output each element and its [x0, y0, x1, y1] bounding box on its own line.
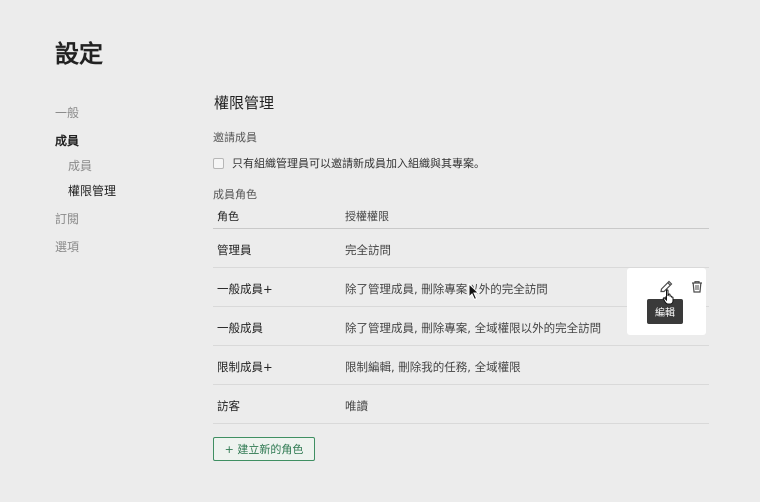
role-permission: 限制編輯, 刪除我的任務, 全域權限: [345, 360, 521, 374]
table-row[interactable]: 訪客 唯讀: [213, 385, 709, 424]
sidebar-subitem-permissions[interactable]: 權限管理: [68, 182, 116, 199]
sidebar-item-options[interactable]: 選項: [55, 238, 79, 255]
role-name: 訪客: [217, 399, 240, 413]
add-role-button[interactable]: + 建立新的角色: [213, 437, 315, 461]
table-row[interactable]: 限制成員+ 限制編輯, 刪除我的任務, 全域權限: [213, 346, 709, 385]
section-title: 權限管理: [214, 94, 275, 112]
invite-permission-checkbox[interactable]: [213, 157, 224, 169]
sidebar-subitem-members[interactable]: 成員: [68, 157, 92, 174]
invite-members-label: 邀請成員: [213, 131, 257, 144]
role-name: 限制成員+: [217, 360, 273, 374]
sidebar-item-subscription[interactable]: 訂閱: [55, 210, 79, 227]
hand-pointer-icon: [662, 289, 674, 305]
invite-permission-label: 只有組織管理員可以邀請新成員加入組織與其專案。: [232, 157, 485, 170]
table-row[interactable]: 管理員 完全訪問: [213, 229, 709, 268]
sidebar-item-general[interactable]: 一般: [55, 104, 79, 121]
role-permission: 除了管理成員, 刪除專案, 全域權限以外的完全訪問: [345, 321, 602, 335]
arrow-cursor-icon: [468, 283, 480, 301]
sidebar-item-members[interactable]: 成員: [55, 132, 79, 149]
role-name: 一般成員+: [217, 282, 273, 296]
member-roles-label: 成員角色: [213, 188, 257, 201]
role-name: 一般成員: [217, 321, 263, 335]
role-permission: 完全訪問: [345, 243, 391, 257]
invite-permission-option[interactable]: 只有組織管理員可以邀請新成員加入組織與其專案。: [213, 155, 485, 171]
header-permission: 授權權限: [345, 210, 389, 223]
header-role: 角色: [217, 210, 239, 223]
page-title: 設定: [55, 40, 103, 68]
table-header: 角色 授權權限: [213, 204, 709, 229]
role-name: 管理員: [217, 243, 252, 257]
role-permission: 唯讀: [345, 399, 368, 413]
trash-icon[interactable]: [689, 279, 705, 295]
role-permission: 除了管理成員, 刪除專案以外的完全訪問: [345, 282, 548, 296]
add-role-label: + 建立新的角色: [224, 443, 304, 456]
